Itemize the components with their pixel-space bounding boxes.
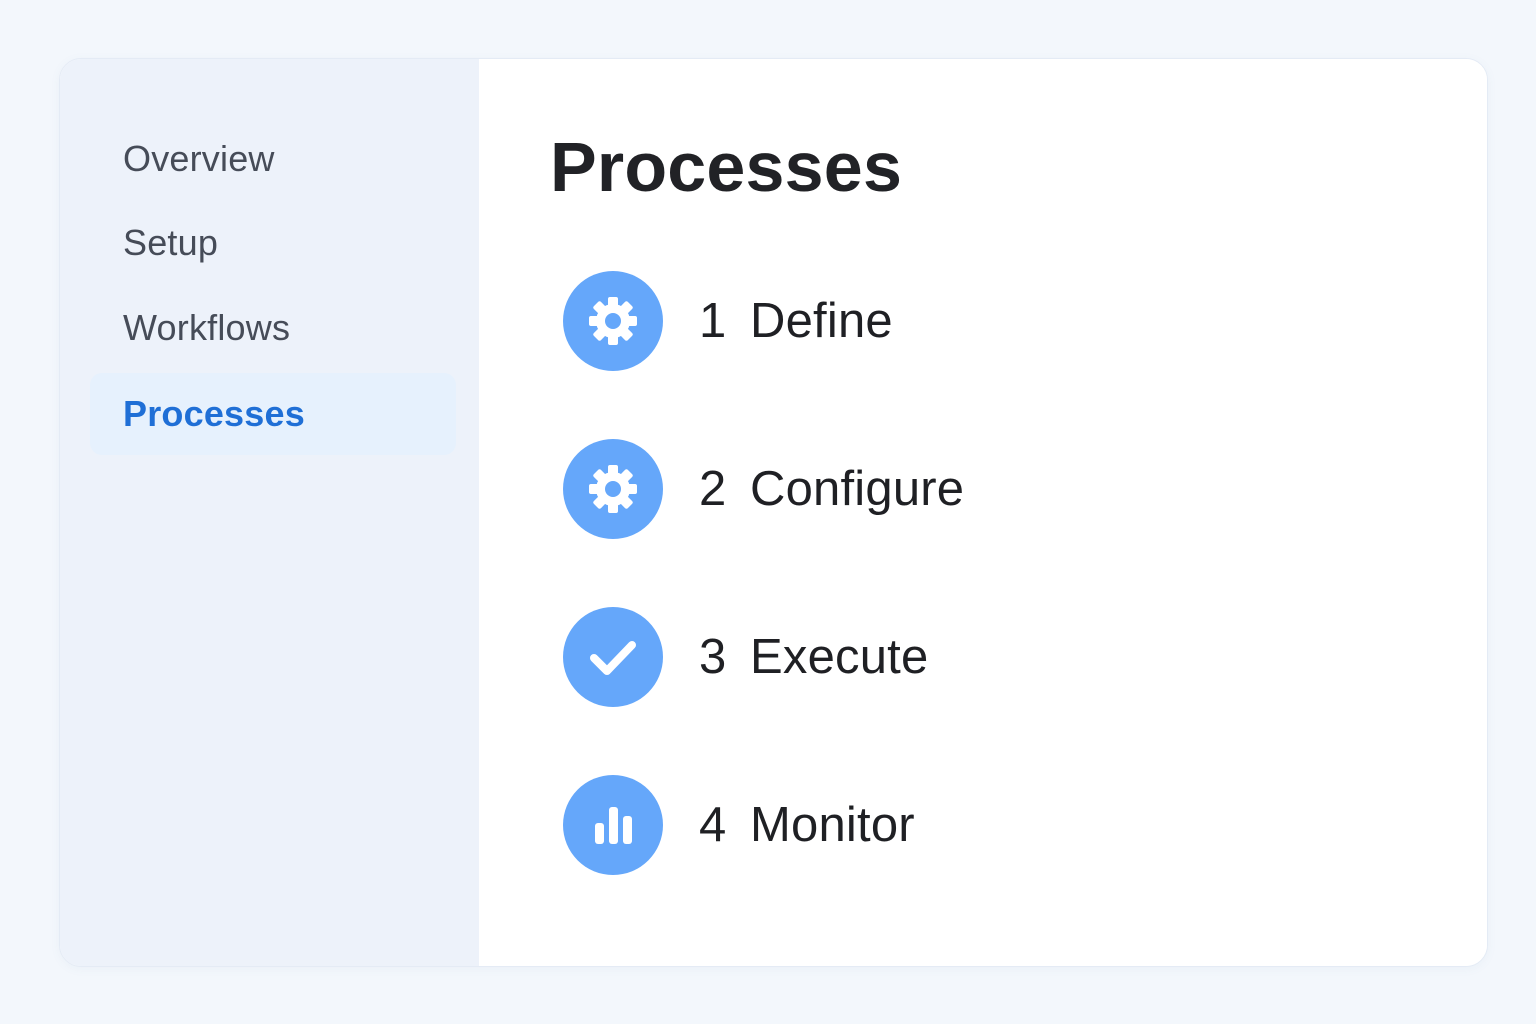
process-step-monitor[interactable]: 4 Monitor [563,775,915,875]
step-label: Configure [750,462,965,516]
process-step-configure[interactable]: 2 Configure [563,439,964,539]
sidebar-item-processes[interactable]: Processes [90,373,456,455]
main-content: Processes 1 Define 2 Configure 3 Execute… [479,59,1487,966]
sidebar-item-setup[interactable]: Setup [90,202,456,284]
step-label: Execute [750,630,929,684]
page-title: Processes [550,128,903,206]
step-number: 3 [699,630,727,684]
sidebar-item-label: Processes [123,393,305,434]
sidebar-item-workflows[interactable]: Workflows [90,287,456,369]
step-label: Monitor [750,798,915,852]
step-label: Define [750,294,893,348]
gear-icon [563,439,663,539]
app-window: Overview Setup Workflows Processes Proce… [59,58,1488,967]
sidebar-item-overview[interactable]: Overview [90,118,456,200]
process-step-define[interactable]: 1 Define [563,271,893,371]
sidebar: Overview Setup Workflows Processes [60,59,479,966]
sidebar-item-label: Overview [123,138,275,179]
step-number: 4 [699,798,727,852]
step-number: 1 [699,294,727,348]
sidebar-item-label: Setup [123,222,219,263]
bar-chart-icon [563,775,663,875]
checkmark-icon [563,607,663,707]
step-number: 2 [699,462,727,516]
gear-icon [563,271,663,371]
sidebar-item-label: Workflows [123,307,291,348]
process-step-execute[interactable]: 3 Execute [563,607,928,707]
